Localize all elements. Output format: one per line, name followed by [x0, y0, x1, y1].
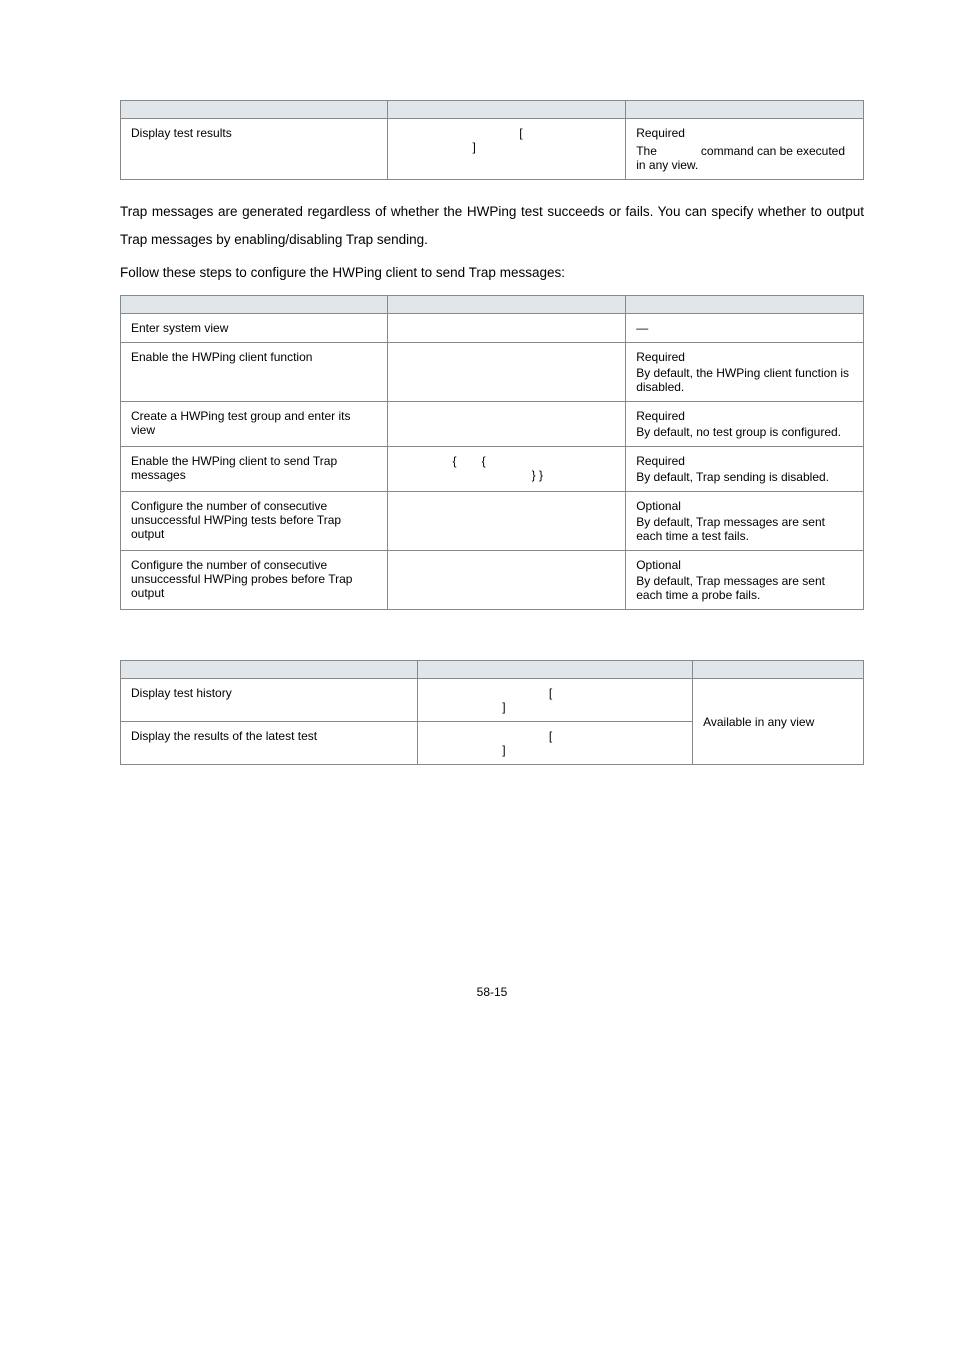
trap-para-1: Trap messages are generated regardless o… [120, 198, 864, 255]
display-test-results-label: Display test results [121, 119, 388, 180]
cell-remark: Required By default, no test group is co… [626, 402, 864, 447]
table-header-cell [626, 101, 864, 119]
table-header-cell [121, 101, 388, 119]
optional-label: Optional [636, 499, 853, 513]
remark-text: By default, the HWPing client function i… [636, 366, 853, 394]
remark-text: By default, Trap messages are sent each … [636, 574, 853, 602]
table-row: Configure the number of consecutive unsu… [121, 492, 864, 551]
cell-label: Create a HWPing test group and enter its… [121, 402, 388, 447]
table-row: Enter system view system-view — [121, 314, 864, 343]
cell-label: Enable the HWPing client to send Trap me… [121, 447, 388, 492]
table-row: Configure the number of consecutive unsu… [121, 551, 864, 610]
trap-para-2: Follow these steps to configure the HWPi… [120, 259, 864, 287]
required-label: Required [636, 126, 853, 140]
page-number: 58-15 [120, 985, 864, 999]
cell-remark: — [626, 314, 864, 343]
table-display-results: Display test results display hwping resu… [120, 100, 864, 180]
optional-label: Optional [636, 558, 853, 572]
cell-label: Enable the HWPing client function [121, 343, 388, 402]
cell-cmd: hwping-agent enable [388, 343, 626, 402]
cell-cmd: system-view [388, 314, 626, 343]
table-header-cell [388, 296, 626, 314]
cell-cmd: display hwping results [ administrator-n… [418, 722, 693, 765]
required-label: Required [636, 409, 853, 423]
table-header-cell [388, 101, 626, 119]
table-header-cell [121, 661, 418, 679]
table-header-cell [626, 296, 864, 314]
remark-text: By default, Trap messages are sent each … [636, 515, 853, 543]
cell-label: Display the results of the latest test [121, 722, 418, 765]
remark-text: By default, no test group is configured. [636, 425, 853, 439]
cell-remark: Optional By default, Trap messages are s… [626, 492, 864, 551]
table-row: Display test results display hwping resu… [121, 119, 864, 180]
cell-cmd: probe-failtimes times [388, 551, 626, 610]
required-label: Required [636, 454, 853, 468]
cell-cmd: test-failtimes times [388, 492, 626, 551]
cell-cmd: display hwping history [ administrator-n… [418, 679, 693, 722]
table-header-cell [693, 661, 864, 679]
display-test-results-cmd: display hwping results [ admin-name oper… [388, 119, 626, 180]
table-trap-config: Enter system view system-view — Enable t… [120, 295, 864, 610]
cell-label: Enter system view [121, 314, 388, 343]
cell-cmd: hwping administrator-name operation-tag [388, 402, 626, 447]
cell-label: Display test history [121, 679, 418, 722]
cell-label: Configure the number of consecutive unsu… [121, 551, 388, 610]
table-row: Display test history display hwping hist… [121, 679, 864, 722]
table-row: Create a HWPing test group and enter its… [121, 402, 864, 447]
cell-remark: Available in any view [693, 679, 864, 765]
display-test-results-remark: Required The display command can be exec… [626, 119, 864, 180]
cell-remark: Required By default, the HWPing client f… [626, 343, 864, 402]
cell-label: Configure the number of consecutive unsu… [121, 492, 388, 551]
cell-remark: Optional By default, Trap messages are s… [626, 551, 864, 610]
cell-remark: Required By default, Trap sending is dis… [626, 447, 864, 492]
table-display-commands: Display test history display hwping hist… [120, 660, 864, 765]
cell-cmd: send-trap { all | { probefailure | testc… [388, 447, 626, 492]
required-label: Required [636, 350, 853, 364]
remark-text: By default, Trap sending is disabled. [636, 470, 853, 484]
table-row: Enable the HWPing client to send Trap me… [121, 447, 864, 492]
table-header-cell [121, 296, 388, 314]
table-row: Enable the HWPing client function hwping… [121, 343, 864, 402]
table-header-cell [418, 661, 693, 679]
